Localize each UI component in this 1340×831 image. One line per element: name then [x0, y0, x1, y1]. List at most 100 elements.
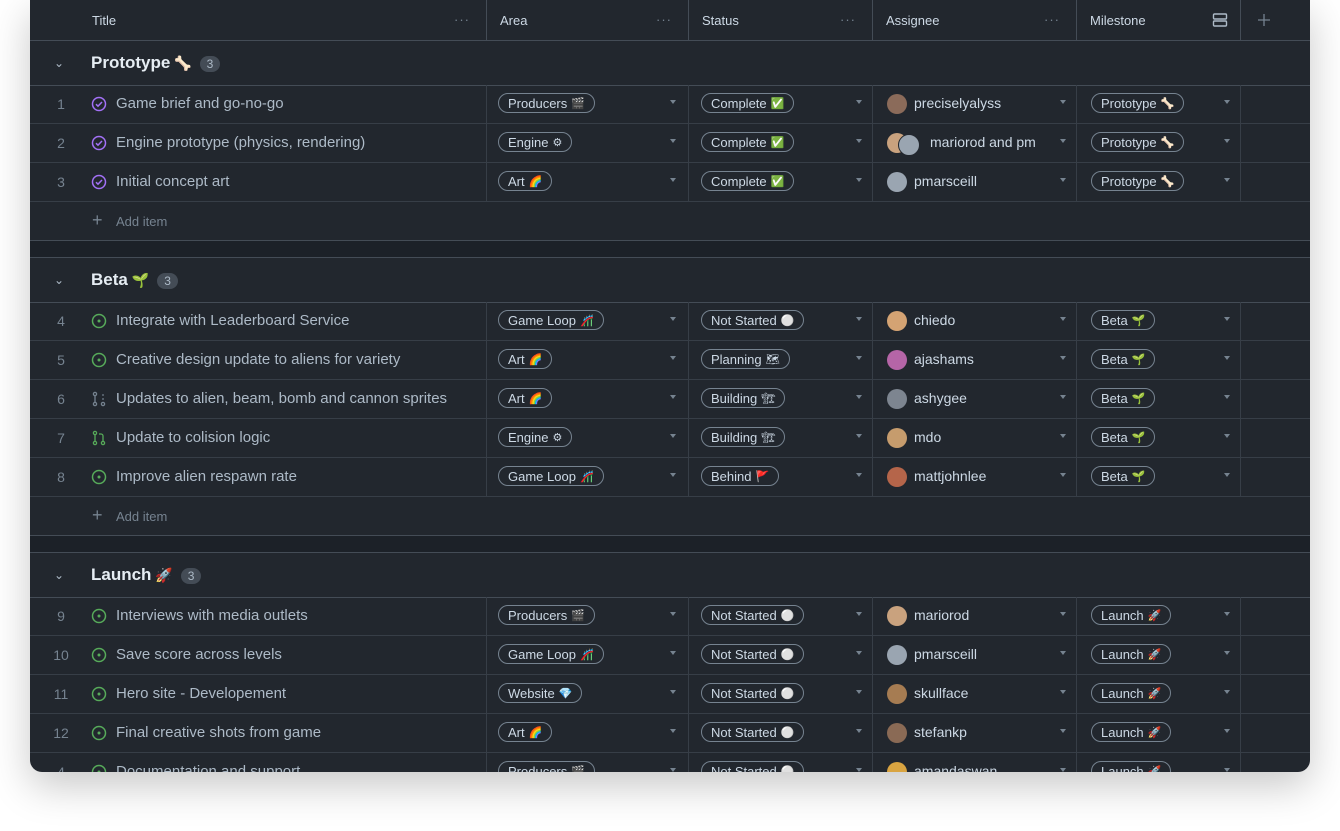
table-row[interactable]: 7 Update to colision logic Engine ⚙ Building…: [30, 419, 1310, 458]
chevron-down-icon[interactable]: [856, 178, 862, 182]
chevron-down-icon[interactable]: [670, 473, 676, 477]
status-pill[interactable]: Complete ✅: [701, 171, 795, 191]
chevron-down-icon[interactable]: [670, 729, 676, 733]
chevron-down-icon[interactable]: [1060, 473, 1066, 477]
chevron-down-icon[interactable]: [1060, 434, 1066, 438]
column-header-title[interactable]: Title ···: [78, 0, 486, 40]
column-menu-icon[interactable]: ···: [840, 12, 856, 27]
milestone-pill[interactable]: Launch 🚀: [1091, 683, 1172, 703]
table-row[interactable]: 3 Initial concept art Art 🌈 Complete ✅ pmarsce…: [30, 163, 1310, 202]
assignee-name[interactable]: amandaswan: [914, 763, 997, 772]
chevron-down-icon[interactable]: [1224, 612, 1230, 616]
area-pill[interactable]: Art 🌈: [498, 722, 553, 742]
area-pill[interactable]: Game Loop 🎢: [498, 310, 604, 330]
item-title[interactable]: Hero site - Developement: [116, 685, 286, 702]
status-pill[interactable]: Not Started ⚪: [701, 761, 805, 772]
add-column-button[interactable]: [1240, 0, 1310, 40]
area-pill[interactable]: Art 🌈: [498, 388, 553, 408]
assignee-name[interactable]: ajashams: [914, 351, 974, 367]
chevron-down-icon[interactable]: [856, 317, 862, 321]
chevron-down-icon[interactable]: [1060, 768, 1066, 772]
area-pill[interactable]: Art 🌈: [498, 349, 553, 369]
chevron-down-icon[interactable]: [670, 178, 676, 182]
chevron-down-icon[interactable]: [1060, 139, 1066, 143]
milestone-pill[interactable]: Prototype 🦴: [1091, 171, 1185, 191]
chevron-down-icon[interactable]: [1224, 178, 1230, 182]
assignee-name[interactable]: mariorod and pm: [930, 134, 1036, 150]
collapse-chevron-icon[interactable]: ⌄: [54, 273, 64, 287]
status-pill[interactable]: Complete ✅: [701, 132, 795, 152]
status-pill[interactable]: Planning 🗺: [701, 349, 790, 369]
chevron-down-icon[interactable]: [670, 768, 676, 772]
chevron-down-icon[interactable]: [670, 100, 676, 104]
assignee-name[interactable]: stefankp: [914, 724, 967, 740]
table-row[interactable]: 9 Interviews with media outlets Producers 🎬…: [30, 597, 1310, 636]
chevron-down-icon[interactable]: [670, 651, 676, 655]
group-header[interactable]: ⌄ Beta 🌱 3: [30, 258, 1310, 303]
chevron-down-icon[interactable]: [1224, 729, 1230, 733]
column-header-assignee[interactable]: Assignee ···: [872, 0, 1076, 40]
status-pill[interactable]: Complete ✅: [701, 93, 795, 113]
item-title[interactable]: Improve alien respawn rate: [116, 468, 297, 485]
area-pill[interactable]: Art 🌈: [498, 171, 553, 191]
table-row[interactable]: 4 Documentation and support Producers 🎬 Not …: [30, 753, 1310, 772]
table-row[interactable]: 10 Save score across levels Game Loop 🎢 Not …: [30, 636, 1310, 675]
add-item-row[interactable]: + Add item: [30, 497, 1310, 536]
table-row[interactable]: 8 Improve alien respawn rate Game Loop 🎢 Beh…: [30, 458, 1310, 497]
chevron-down-icon[interactable]: [1060, 395, 1066, 399]
chevron-down-icon[interactable]: [856, 100, 862, 104]
chevron-down-icon[interactable]: [856, 139, 862, 143]
milestone-pill[interactable]: Beta 🌱: [1091, 349, 1156, 369]
milestone-pill[interactable]: Beta 🌱: [1091, 427, 1156, 447]
milestone-pill[interactable]: Beta 🌱: [1091, 310, 1156, 330]
chevron-down-icon[interactable]: [1224, 473, 1230, 477]
milestone-pill[interactable]: Beta 🌱: [1091, 388, 1156, 408]
chevron-down-icon[interactable]: [1060, 317, 1066, 321]
chevron-down-icon[interactable]: [1224, 395, 1230, 399]
chevron-down-icon[interactable]: [1060, 729, 1066, 733]
table-row[interactable]: 11 Hero site - Developement Website 💎 Not St…: [30, 675, 1310, 714]
item-title[interactable]: Updates to alien, beam, bomb and cannon …: [116, 390, 447, 407]
item-title[interactable]: Documentation and support: [116, 763, 300, 772]
column-header-milestone[interactable]: Milestone: [1076, 0, 1240, 40]
status-pill[interactable]: Not Started ⚪: [701, 605, 805, 625]
chevron-down-icon[interactable]: [856, 473, 862, 477]
chevron-down-icon[interactable]: [1060, 651, 1066, 655]
area-pill[interactable]: Engine ⚙: [498, 132, 573, 152]
assignee-name[interactable]: pmarsceill: [914, 173, 977, 189]
chevron-down-icon[interactable]: [856, 690, 862, 694]
item-title[interactable]: Interviews with media outlets: [116, 607, 308, 624]
status-pill[interactable]: Building 🏗: [701, 427, 786, 447]
chevron-down-icon[interactable]: [670, 690, 676, 694]
add-item-row[interactable]: + Add item: [30, 202, 1310, 241]
chevron-down-icon[interactable]: [670, 434, 676, 438]
status-pill[interactable]: Not Started ⚪: [701, 683, 805, 703]
milestone-pill[interactable]: Launch 🚀: [1091, 605, 1172, 625]
column-menu-icon[interactable]: ···: [454, 12, 470, 27]
chevron-down-icon[interactable]: [1060, 356, 1066, 360]
column-header-area[interactable]: Area ···: [486, 0, 688, 40]
chevron-down-icon[interactable]: [670, 395, 676, 399]
assignee-name[interactable]: chiedo: [914, 312, 955, 328]
chevron-down-icon[interactable]: [670, 317, 676, 321]
table-row[interactable]: 5 Creative design update to aliens for va…: [30, 341, 1310, 380]
column-header-status[interactable]: Status ···: [688, 0, 872, 40]
column-menu-icon[interactable]: ···: [1044, 12, 1060, 27]
item-title[interactable]: Final creative shots from game: [116, 724, 321, 741]
assignee-name[interactable]: skullface: [914, 685, 968, 701]
rows-layout-icon[interactable]: [1212, 12, 1228, 28]
table-row[interactable]: 6 Updates to alien, beam, bomb and cannon…: [30, 380, 1310, 419]
group-header[interactable]: ⌄ Prototype 🦴 3: [30, 41, 1310, 86]
milestone-pill[interactable]: Beta 🌱: [1091, 466, 1156, 486]
assignee-name[interactable]: ashygee: [914, 390, 967, 406]
milestone-pill[interactable]: Prototype 🦴: [1091, 93, 1185, 113]
column-menu-icon[interactable]: ···: [656, 12, 672, 27]
status-pill[interactable]: Building 🏗: [701, 388, 786, 408]
chevron-down-icon[interactable]: [670, 356, 676, 360]
status-pill[interactable]: Not Started ⚪: [701, 310, 805, 330]
chevron-down-icon[interactable]: [1224, 356, 1230, 360]
status-pill[interactable]: Not Started ⚪: [701, 644, 805, 664]
item-title[interactable]: Game brief and go-no-go: [116, 95, 284, 112]
chevron-down-icon[interactable]: [1224, 768, 1230, 772]
chevron-down-icon[interactable]: [1060, 100, 1066, 104]
